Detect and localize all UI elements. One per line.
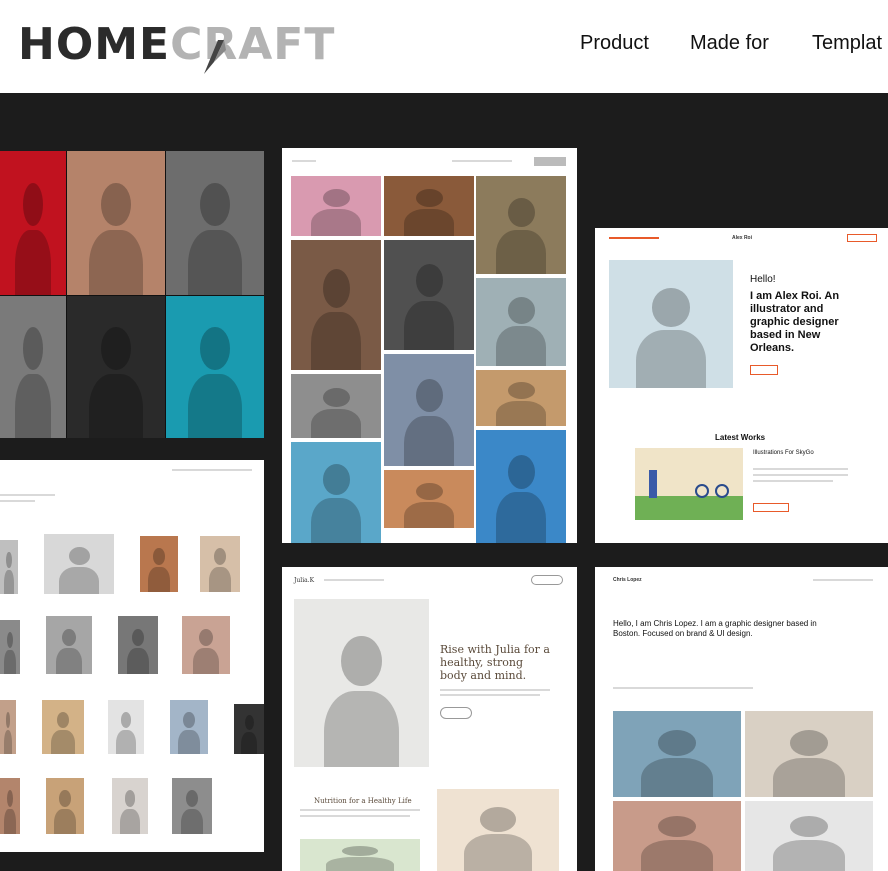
chris-work-photo bbox=[745, 711, 873, 797]
template-card-julia[interactable]: Julia.K Rise with Julia for a healthy, s… bbox=[282, 567, 577, 871]
chris-work-photo bbox=[745, 801, 873, 871]
chris-work-photo bbox=[613, 801, 741, 871]
template-nav-placeholder bbox=[324, 579, 384, 581]
template-photo bbox=[112, 778, 148, 834]
logo-mark-icon bbox=[204, 40, 226, 74]
template-text-placeholder bbox=[300, 809, 420, 811]
template-contact-button bbox=[847, 234, 877, 242]
template-photo bbox=[0, 540, 18, 594]
template-photo bbox=[182, 616, 230, 674]
template-photo bbox=[172, 778, 212, 834]
template-showcase: Alex Roi Hello! I am Alex Roi. An illust… bbox=[0, 93, 888, 871]
template-photo bbox=[200, 536, 240, 592]
template-photo bbox=[108, 700, 144, 754]
template-card-alex-roi[interactable]: Alex Roi Hello! I am Alex Roi. An illust… bbox=[595, 228, 888, 543]
template-photo bbox=[0, 620, 20, 674]
template-photo bbox=[0, 296, 66, 438]
template-logo-placeholder bbox=[292, 160, 316, 162]
chris-work-photo bbox=[613, 711, 741, 797]
template-photo bbox=[476, 370, 566, 426]
alex-portrait-photo bbox=[609, 260, 733, 388]
template-card-masonry[interactable] bbox=[282, 148, 577, 543]
template-card-portrait-grid[interactable] bbox=[0, 151, 264, 438]
template-text-placeholder bbox=[440, 694, 540, 696]
template-photo bbox=[384, 176, 474, 236]
alex-headline: I am Alex Roi. An illustrator and graphi… bbox=[750, 290, 840, 354]
nav-made-for[interactable]: Made for bbox=[690, 32, 769, 55]
nav-product[interactable]: Product bbox=[580, 32, 649, 55]
template-photo bbox=[118, 616, 158, 674]
template-text-placeholder bbox=[753, 468, 848, 470]
nav-templates[interactable]: Templat bbox=[812, 32, 882, 55]
template-photo bbox=[476, 430, 566, 543]
julia-food-photo bbox=[437, 789, 559, 871]
template-photo bbox=[166, 296, 264, 438]
julia-section-heading: Nutrition for a Healthy Life bbox=[314, 797, 412, 805]
homecraft-logo[interactable]: HOMECRAFT bbox=[18, 20, 335, 70]
logo-home-text: HOME bbox=[18, 19, 171, 70]
alex-hello-text: Hello! bbox=[750, 274, 776, 285]
template-photo bbox=[291, 240, 381, 370]
template-photo bbox=[42, 700, 84, 754]
template-photo bbox=[384, 354, 474, 466]
chris-headline: Hello, I am Chris Lopez. I am a graphic … bbox=[613, 619, 817, 638]
template-photo bbox=[67, 296, 165, 438]
template-text-placeholder bbox=[300, 815, 410, 817]
template-nav-placeholder bbox=[609, 237, 659, 239]
alex-cta-button bbox=[750, 365, 778, 375]
template-text-placeholder bbox=[0, 494, 55, 496]
chris-site-name: Chris Lopez bbox=[613, 577, 642, 583]
top-navigation-bar: HOMECRAFT Product Made for Templat bbox=[0, 0, 888, 93]
template-text-placeholder bbox=[440, 689, 550, 691]
julia-cta-button bbox=[531, 575, 563, 585]
template-photo bbox=[170, 700, 208, 754]
alex-latest-works-heading: Latest Works bbox=[715, 433, 766, 442]
template-photo bbox=[0, 778, 20, 834]
template-nav-placeholder bbox=[172, 469, 252, 471]
template-photo bbox=[291, 176, 381, 236]
template-photo bbox=[384, 240, 474, 350]
template-photo bbox=[384, 470, 474, 528]
template-photo bbox=[0, 151, 66, 295]
template-photo bbox=[166, 151, 264, 295]
alex-site-name: Alex Roi bbox=[732, 235, 753, 241]
template-photo bbox=[46, 616, 92, 674]
template-text-placeholder bbox=[753, 480, 833, 482]
template-text-placeholder bbox=[753, 474, 848, 476]
julia-site-logo: Julia.K bbox=[294, 577, 315, 584]
template-photo bbox=[291, 374, 381, 438]
template-photo bbox=[140, 536, 178, 592]
alex-work-illustration bbox=[635, 448, 743, 520]
template-photo bbox=[476, 278, 566, 366]
julia-hero-photo bbox=[294, 599, 429, 767]
template-photo bbox=[291, 442, 381, 543]
logo-craft-text: CRAFT bbox=[170, 19, 336, 70]
template-card-photographer[interactable] bbox=[0, 460, 264, 852]
julia-headline: Rise with Julia for a healthy, strong bo… bbox=[440, 643, 550, 682]
template-photo bbox=[0, 700, 16, 754]
template-photo bbox=[46, 778, 84, 834]
template-nav-placeholder bbox=[813, 579, 873, 581]
julia-food-photo bbox=[300, 839, 420, 871]
template-nav-placeholder bbox=[452, 160, 512, 162]
template-card-chris-lopez[interactable]: Chris Lopez Hello, I am Chris Lopez. I a… bbox=[595, 567, 888, 871]
template-photo bbox=[234, 704, 264, 754]
template-text-placeholder bbox=[0, 500, 35, 502]
alex-work-title: Illustrations For SkyGo bbox=[753, 450, 814, 456]
alex-work-button bbox=[753, 503, 789, 512]
template-filter-tabs bbox=[613, 687, 753, 689]
template-photo bbox=[44, 534, 114, 594]
template-nav-button bbox=[534, 157, 566, 166]
julia-secondary-button bbox=[440, 707, 472, 719]
template-photo bbox=[67, 151, 165, 295]
template-photo bbox=[476, 176, 566, 274]
